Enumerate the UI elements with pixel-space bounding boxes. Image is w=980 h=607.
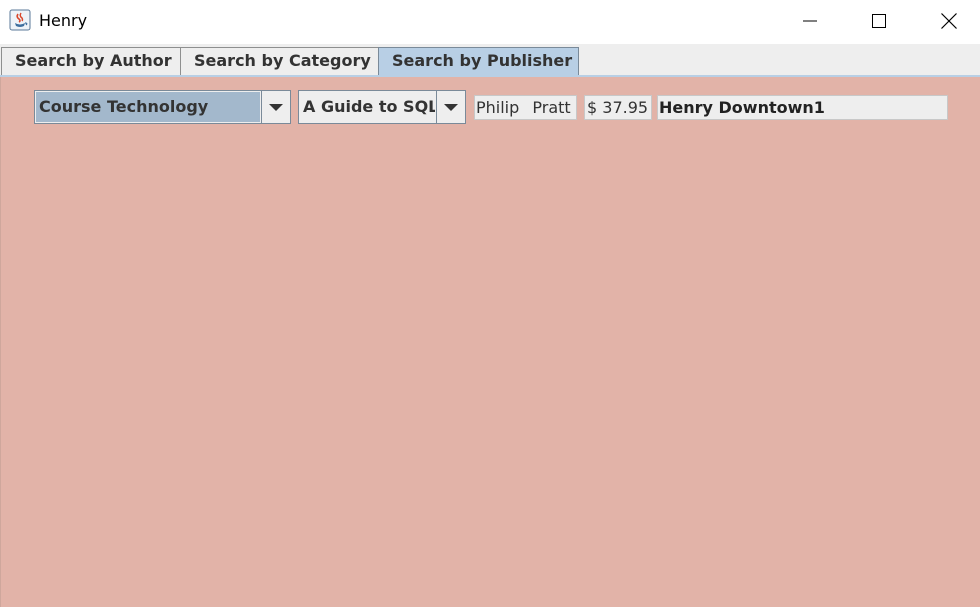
maximize-icon xyxy=(872,14,886,28)
chevron-down-icon xyxy=(444,103,458,111)
tab-search-by-category[interactable]: Search by Category xyxy=(180,47,379,75)
publisher-combobox-value: Course Technology xyxy=(36,92,260,122)
maximize-button[interactable] xyxy=(856,0,902,42)
java-coffee-icon xyxy=(9,9,31,31)
title-combobox[interactable]: A Guide to SQL xyxy=(298,90,466,124)
chevron-down-icon xyxy=(269,103,283,111)
title-dropdown-button[interactable] xyxy=(436,91,465,123)
window-title: Henry xyxy=(39,11,88,30)
title-combobox-value: A Guide to SQL xyxy=(300,92,435,122)
app-window: Henry Search by Author Search by Categor… xyxy=(0,0,980,607)
price-field[interactable]: $ 37.95 xyxy=(584,95,652,120)
tab-search-by-publisher[interactable]: Search by Publisher xyxy=(378,47,579,75)
publisher-combobox[interactable]: Course Technology xyxy=(34,90,291,124)
tab-search-by-author[interactable]: Search by Author xyxy=(1,47,181,75)
minimize-button[interactable] xyxy=(787,0,833,42)
close-icon xyxy=(941,13,957,29)
minimize-icon xyxy=(803,20,817,22)
title-bar: Henry xyxy=(0,0,980,44)
author-field[interactable]: Philip Pratt xyxy=(474,95,577,120)
publisher-dropdown-button[interactable] xyxy=(261,91,290,123)
branch-field[interactable]: Henry Downtown1 xyxy=(657,95,948,120)
close-button[interactable] xyxy=(926,0,972,42)
publisher-search-panel: Course Technology A Guide to SQL Philip … xyxy=(0,77,980,607)
tab-strip: Search by Author Search by Category Sear… xyxy=(0,44,980,77)
